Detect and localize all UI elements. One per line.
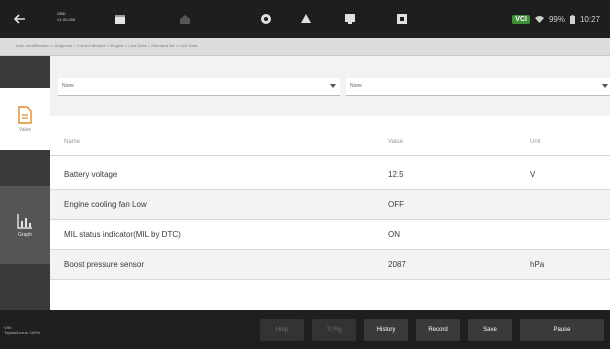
settings-icon [261,14,271,24]
home-button[interactable] [176,0,194,38]
left-filter-value: None [62,83,74,89]
status-bar: VCI 99% 10:27 [512,0,600,38]
camera-button[interactable] [297,0,315,38]
row-unit: V [530,170,536,179]
tab-value-label: Value [18,126,32,133]
left-tab-bar: Value Graph [0,56,50,310]
live-data-panel: None None Name Value Unit Battery voltag… [50,56,610,310]
chevron-down-icon [330,84,336,88]
document-icon [18,105,32,124]
screenshot-button[interactable] [341,0,359,38]
trigger-flag-button[interactable]: Tr.Flg [312,319,356,341]
bottom-toolbar: VIN: Toyota/Lexus: 100% Help Tr.Flg Hist… [0,310,610,349]
history-button[interactable]: History [364,319,408,341]
left-filter-select[interactable]: None [58,78,340,96]
right-filter-select[interactable]: None [346,78,610,96]
tab-graph-label: Graph [18,231,32,238]
table-row[interactable]: Engine cooling fan Low OFF [50,190,610,220]
row-value: OFF [388,200,404,209]
table-header: Name Value Unit [50,128,610,156]
help-button[interactable]: Help [260,319,304,341]
vehicle-info: VIN: Toyota/Lexus: 100% [4,325,40,335]
chevron-down-icon [602,84,608,88]
breadcrumb: Auto Identification > Diagnose > Control… [0,38,610,56]
filter-area: None None [50,56,610,116]
record-button[interactable]: Record [416,319,460,341]
app-brand: OBD V1.00.000 [57,11,75,23]
vci-badge: VCI [512,14,530,24]
vehicle-path: Toyota/Lexus: 100% [4,330,41,335]
row-name: Engine cooling fan Low [64,200,147,209]
print-icon [397,14,407,24]
row-value: ON [388,230,400,239]
row-value: 12.5 [388,170,404,179]
row-name: Boost pressure sensor [64,260,145,269]
table-row[interactable]: Boost pressure sensor 2087 hPa [50,250,610,280]
tab-value[interactable]: Value [0,88,50,150]
row-unit: hPa [530,260,545,269]
clock: 10:27 [579,14,600,24]
header-value: Value [388,139,403,145]
header-unit: Unit [530,139,541,145]
header-name: Name [64,139,81,145]
top-toolbar: OBD V1.00.000 VCI 99% 10:27 [0,0,610,38]
table-row[interactable]: Battery voltage 12.5 V [50,160,610,190]
tab-graph[interactable]: Graph [0,186,50,264]
calendar-button[interactable] [112,0,128,38]
row-name: MIL status indicator(MIL by DTC) [64,230,181,239]
brand-line2: V1.00.000 [57,17,76,22]
settings-button[interactable] [257,0,275,38]
pause-button[interactable]: Pause [520,319,604,341]
battery-percent: 99% [548,14,565,24]
print-button[interactable] [393,0,411,38]
wifi-icon [534,16,544,23]
home-icon [180,15,190,24]
row-name: Battery voltage [64,170,118,179]
row-value: 2087 [388,260,406,269]
camera-icon [301,14,311,23]
back-button[interactable] [0,0,40,38]
back-icon [14,14,25,24]
calendar-icon [115,15,125,24]
screenshot-icon [345,14,355,24]
graph-icon [17,213,32,229]
right-filter-value: None [350,83,362,89]
save-button[interactable]: Save [468,319,512,341]
breadcrumb-text: Auto Identification > Diagnose > Control… [16,43,198,48]
battery-icon [569,14,575,24]
table-row[interactable]: MIL status indicator(MIL by DTC) ON [50,220,610,250]
